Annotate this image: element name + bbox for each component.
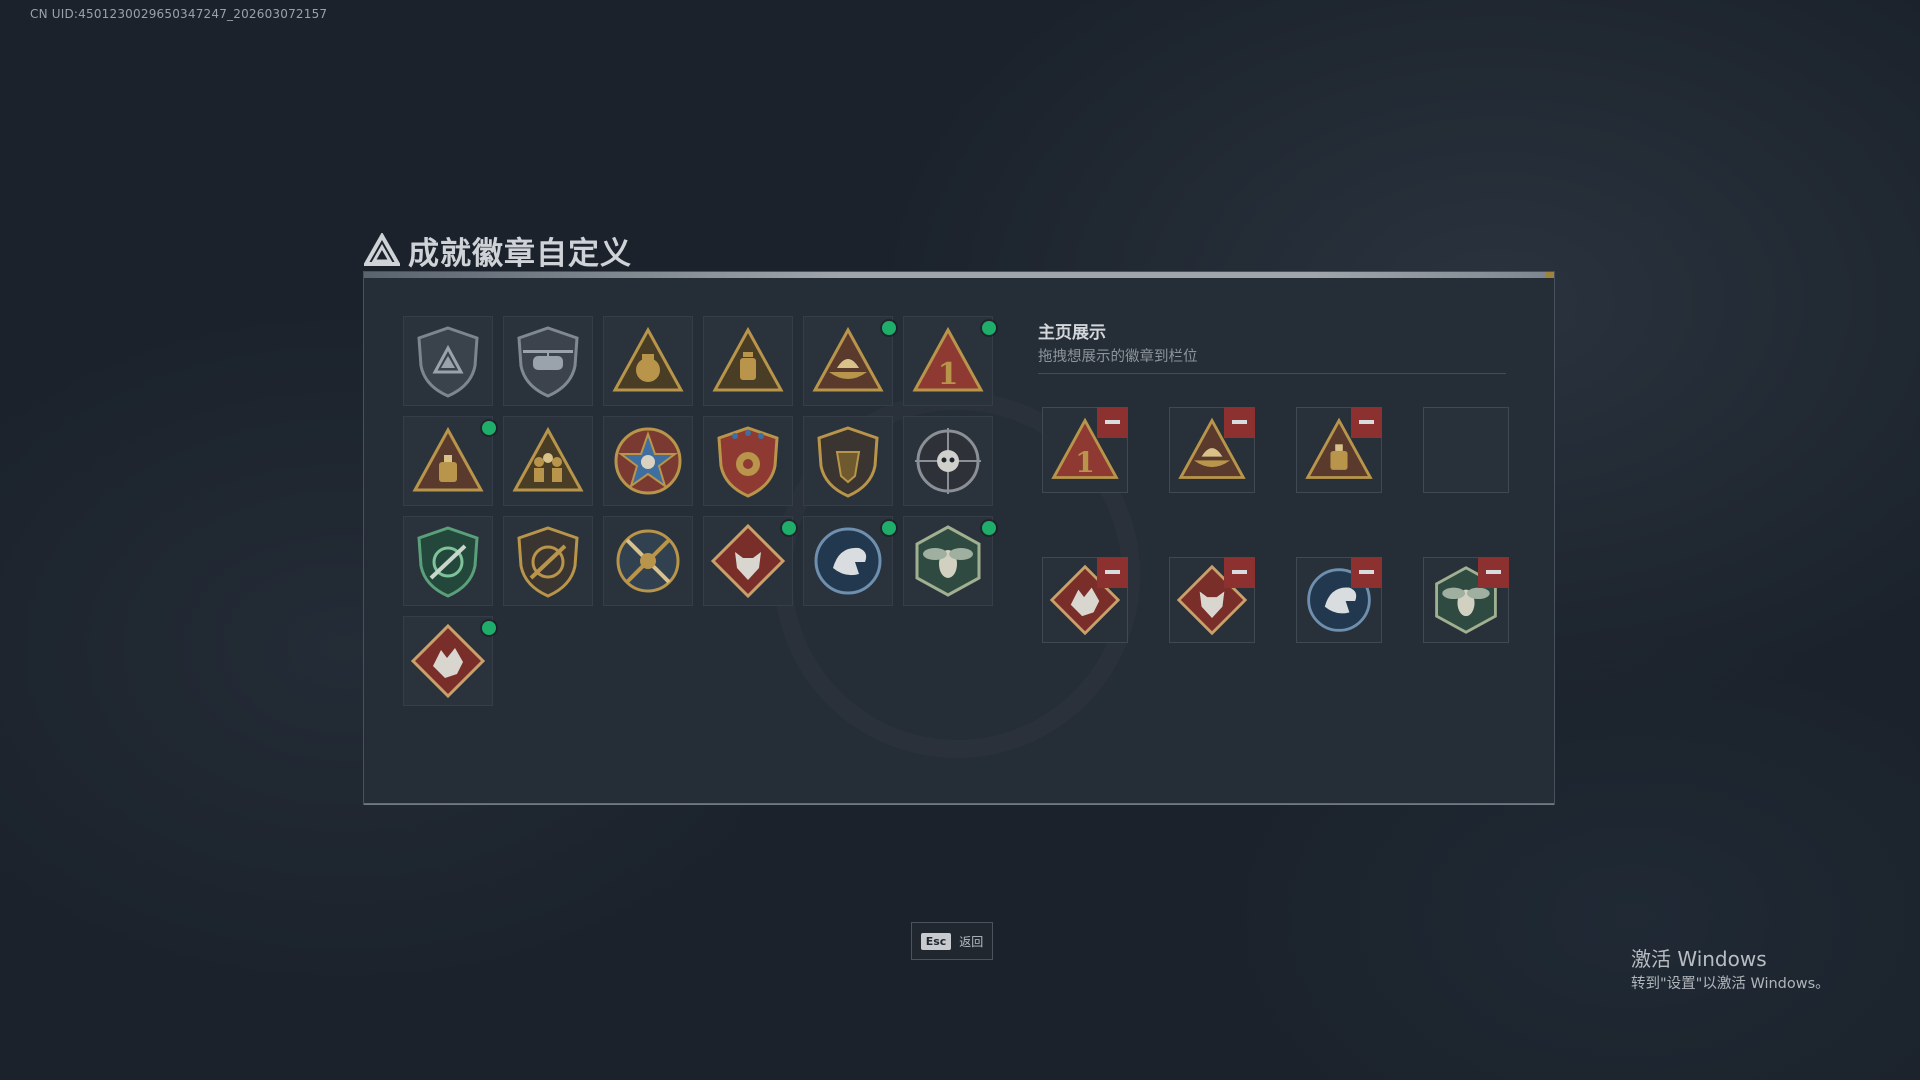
new-indicator-dot	[882, 321, 896, 335]
badge-cell[interactable]	[503, 416, 593, 506]
badge-cell[interactable]	[403, 416, 496, 506]
badge-cell[interactable]	[703, 316, 793, 406]
new-indicator-dot	[982, 521, 996, 535]
remove-badge-button[interactable]	[1351, 557, 1382, 588]
badge-cell[interactable]	[503, 516, 593, 606]
badge-cell[interactable]	[603, 316, 693, 406]
showcase-slot[interactable]	[1042, 557, 1128, 643]
back-label: 返回	[959, 934, 984, 949]
panel-top-bar	[364, 272, 1554, 278]
badge-cell[interactable]	[603, 416, 693, 506]
page-header: 成就徽章自定义	[364, 228, 632, 272]
badge-cell[interactable]	[703, 416, 793, 506]
showcase-title: 主页展示	[1038, 323, 1106, 343]
badge-cell[interactable]	[403, 316, 493, 406]
svg-text:1: 1	[1075, 445, 1095, 479]
new-indicator-dot	[782, 521, 796, 535]
badge-cell[interactable]	[403, 616, 496, 706]
delta-logo-icon	[364, 233, 400, 266]
back-button[interactable]: Esc 返回	[911, 922, 993, 960]
showcase-slot[interactable]	[1296, 557, 1382, 643]
panel-bottom-line	[364, 803, 1554, 805]
badge-cell[interactable]	[903, 416, 993, 506]
windows-activation-title: 激活 Windows	[1631, 947, 1767, 971]
showcase-slot[interactable]	[1296, 407, 1382, 493]
new-indicator-dot	[482, 621, 496, 635]
uid-label: CN UID:4501230029650347247_202603072157	[30, 7, 328, 21]
badge-cell[interactable]: 1	[903, 316, 996, 406]
showcase-slot[interactable]	[1169, 557, 1255, 643]
showcase-slot[interactable]	[1423, 557, 1509, 643]
showcase-slot[interactable]	[1169, 407, 1255, 493]
badge-cell[interactable]	[703, 516, 796, 606]
page-title: 成就徽章自定义	[408, 235, 632, 272]
showcase-slot[interactable]: 1	[1042, 407, 1128, 493]
remove-badge-button[interactable]	[1224, 407, 1255, 438]
svg-text:1: 1	[938, 357, 959, 392]
esc-key-label: Esc	[920, 932, 952, 950]
badge-cell[interactable]	[503, 316, 593, 406]
new-indicator-dot	[882, 521, 896, 535]
remove-badge-button[interactable]	[1351, 407, 1382, 438]
badge-cell[interactable]	[403, 516, 493, 606]
remove-badge-button[interactable]	[1097, 557, 1128, 588]
badge-cell[interactable]	[803, 416, 893, 506]
windows-activation-subtitle: 转到"设置"以激活 Windows。	[1631, 976, 1830, 992]
badge-cell[interactable]	[803, 316, 896, 406]
remove-badge-button[interactable]	[1478, 557, 1509, 588]
new-indicator-dot	[982, 321, 996, 335]
remove-badge-button[interactable]	[1224, 557, 1255, 588]
badge-panel: 1 主页展示 拖拽想展示的徽章到栏位 1	[363, 271, 1555, 805]
remove-badge-button[interactable]	[1097, 407, 1128, 438]
new-indicator-dot	[482, 421, 496, 435]
badge-cell[interactable]	[603, 516, 693, 606]
badge-cell[interactable]	[903, 516, 996, 606]
showcase-divider	[1038, 373, 1506, 374]
empty-showcase-slot[interactable]	[1423, 407, 1509, 493]
badge-cell[interactable]	[803, 516, 896, 606]
showcase-subtitle: 拖拽想展示的徽章到栏位	[1038, 349, 1198, 365]
